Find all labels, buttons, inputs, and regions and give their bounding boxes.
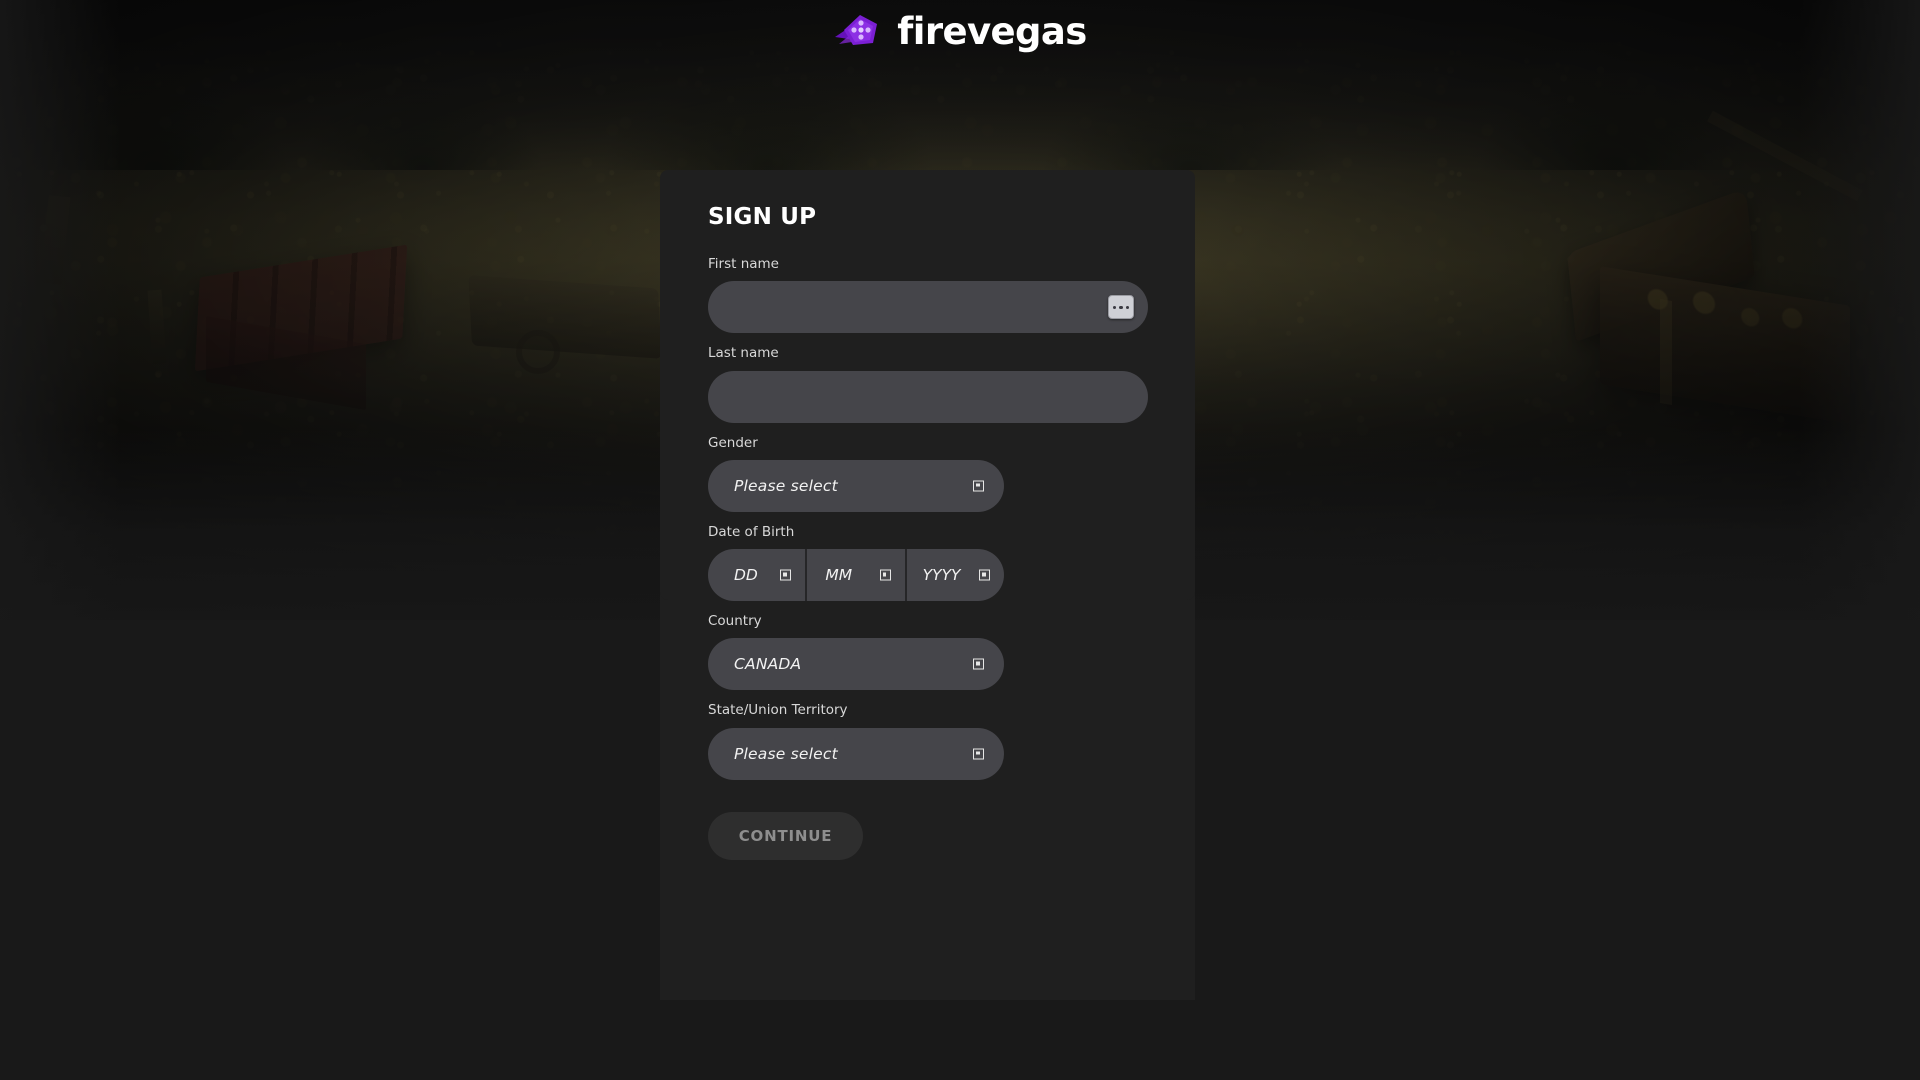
dob-month-value: MM <box>825 566 853 584</box>
field-country: Country CANADA <box>708 611 1147 691</box>
firevegas-diamond-logo-icon <box>833 11 881 51</box>
page-title: SIGN UP <box>708 204 817 230</box>
last-name-input[interactable] <box>708 370 1148 423</box>
background-left-fade <box>0 0 120 620</box>
field-state: State/Union Territory Please select <box>708 700 1147 780</box>
last-name-input-wrap <box>708 370 1148 423</box>
last-name-label: Last name <box>708 345 779 362</box>
dob-day-value: DD <box>734 566 758 584</box>
site-header: firevegas <box>0 0 1920 62</box>
first-name-input-wrap <box>708 281 1148 334</box>
date-of-birth-label: Date of Birth <box>708 523 795 540</box>
dob-year-value: YYYY <box>922 566 961 584</box>
dropdown-caret-icon <box>780 569 792 581</box>
dob-day-select[interactable]: DD <box>708 549 805 601</box>
date-of-birth-group: DD MM YYYY <box>708 549 1004 601</box>
continue-button[interactable]: CONTINUE <box>708 811 863 860</box>
signup-form: SIGN UP First name Last name Gender Plea… <box>660 170 1195 860</box>
gender-label: Gender <box>708 434 758 451</box>
field-gender: Gender Please select <box>708 433 1147 512</box>
country-select[interactable]: CANADA <box>708 638 1004 691</box>
autofill-dots-icon[interactable] <box>1108 295 1134 320</box>
brand-name: firevegas <box>897 9 1087 53</box>
first-name-label: First name <box>708 256 779 272</box>
field-date-of-birth: Date of Birth DD MM YYYY <box>708 522 1147 601</box>
state-label: State/Union Territory <box>708 702 848 719</box>
background-right-fade <box>1800 0 1920 620</box>
dropdown-caret-icon <box>978 569 990 581</box>
field-last-name: Last name <box>708 343 1148 423</box>
country-selected-value: CANADA <box>734 655 802 674</box>
country-label: Country <box>708 613 762 629</box>
field-first-name: First name <box>708 254 1148 334</box>
gender-select[interactable]: Please select <box>708 459 1004 512</box>
state-select[interactable]: Please select <box>708 727 1004 780</box>
dropdown-caret-icon <box>879 569 891 581</box>
signup-page: firevegas SIGN UP First name Last name G… <box>0 0 1920 1080</box>
gender-selected-value: Please select <box>734 476 838 495</box>
brand-logo[interactable]: firevegas <box>833 9 1087 53</box>
dob-month-select[interactable]: MM <box>805 549 904 601</box>
form-actions: CONTINUE <box>708 811 1147 860</box>
dropdown-caret-icon <box>973 658 984 670</box>
state-selected-value: Please select <box>734 744 838 763</box>
dob-year-select[interactable]: YYYY <box>904 549 1004 601</box>
dropdown-caret-icon <box>973 748 984 759</box>
dropdown-caret-icon <box>973 480 984 492</box>
first-name-input[interactable] <box>708 281 1148 334</box>
